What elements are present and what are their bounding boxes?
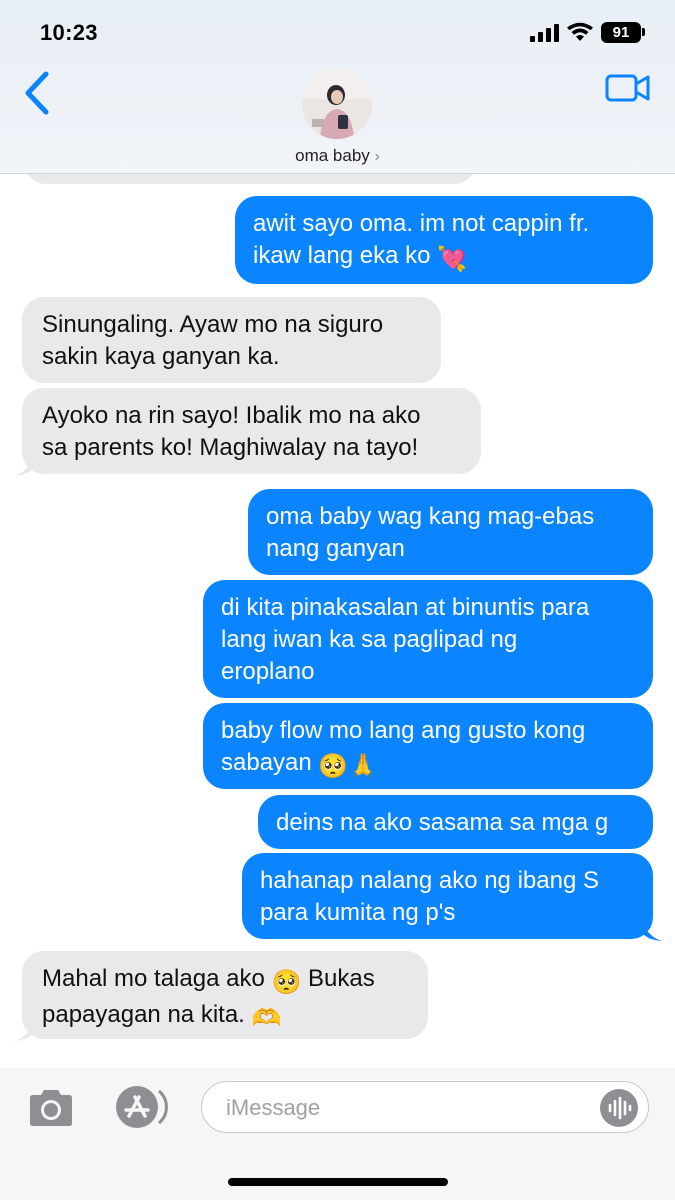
message-line: oma baby wag kang mag-ebas <box>266 503 595 530</box>
message-line: Sinungaling. Ayaw mo na siguro <box>42 311 384 338</box>
message-outgoing[interactable]: baby flow mo lang ang gusto kong sabayan… <box>203 703 653 789</box>
audio-waveform-icon <box>608 1096 632 1120</box>
message-incoming[interactable]: Mahal mo talaga ako 🥺 Bukas papayagan na… <box>22 951 428 1039</box>
heart-hands-emoji: 🫶 <box>251 1005 282 1032</box>
status-bar: 10:23 91 <box>0 0 675 64</box>
message-line: sa parents ko! Maghiwalay na tayo! <box>42 434 419 461</box>
message-line: lang iwan ka sa paglipad ng <box>221 626 518 653</box>
message-outgoing[interactable]: awit sayo oma. im not cappin fr. ikaw la… <box>235 196 653 284</box>
status-time: 10:23 <box>40 20 98 45</box>
message-line: Mahal mo talaga ako 🥺 Bukas <box>42 963 408 999</box>
message-line-text: ikaw lang eka ko <box>253 242 431 269</box>
message-line: awit sayo oma. im not cappin fr. <box>253 210 590 237</box>
back-button[interactable] <box>22 70 54 116</box>
contact-name-button[interactable]: oma baby › <box>0 146 675 166</box>
message-line: hahanap nalang ako ng ibang S <box>260 867 599 894</box>
message-outgoing[interactable]: oma baby wag kang mag-ebas nang ganyan <box>248 489 653 575</box>
chevron-right-icon: › <box>374 148 380 165</box>
bubble-tail <box>14 1021 34 1041</box>
avatar-photo <box>302 69 372 139</box>
message-outgoing[interactable]: di kita pinakasalan at binuntis para lan… <box>203 580 653 698</box>
battery-nub <box>642 28 645 36</box>
pleading-face-emoji: 🥺 <box>271 969 302 996</box>
message-outgoing[interactable]: deins na ako sasama sa mga g <box>258 795 653 849</box>
battery-indicator: 91 <box>601 22 641 43</box>
contact-avatar[interactable] <box>302 69 372 139</box>
message-line-text: Bukas <box>308 965 375 992</box>
audio-message-button[interactable] <box>600 1089 638 1127</box>
pleading-praying-emoji: 🥺🙏 <box>318 753 379 780</box>
message-line-text: sabayan <box>221 749 312 776</box>
message-line: di kita pinakasalan at binuntis para <box>221 594 590 621</box>
message-incoming[interactable]: Sinungaling. Ayaw mo na siguro sakin kay… <box>22 297 441 383</box>
message-line-text: Mahal mo talaga ako <box>42 965 265 992</box>
video-call-button[interactable] <box>605 72 651 104</box>
message-line: papayagan na kita. 🫶 <box>42 999 408 1035</box>
message-outgoing[interactable]: hahanap nalang ako ng ibang S para kumit… <box>242 853 653 939</box>
cellular-signal-icon <box>530 24 559 42</box>
message-line: eroplano <box>221 658 315 685</box>
message-input[interactable] <box>224 1094 588 1122</box>
message-line-text: papayagan na kita. <box>42 1001 245 1028</box>
message-line: sabayan 🥺🙏 <box>221 747 635 783</box>
message-line: Ayoko na rin sayo! Ibalik mo na ako <box>42 402 421 429</box>
message-line: para kumita ng p's <box>260 899 456 926</box>
app-store-button[interactable] <box>111 1084 169 1130</box>
bubble-tail <box>642 921 662 941</box>
camera-button[interactable] <box>26 1088 76 1128</box>
home-indicator <box>228 1178 448 1186</box>
bubble-tail <box>14 456 34 476</box>
heart-arrow-emoji: 💘 <box>437 246 467 273</box>
message-line: ikaw lang eka ko 💘 <box>253 240 635 276</box>
message-line: deins na ako sasama sa mga g <box>276 809 609 836</box>
wifi-icon <box>567 22 593 41</box>
message-input-field[interactable] <box>201 1081 649 1133</box>
message-line: nang ganyan <box>266 535 405 562</box>
message-line: sakin kaya ganyan ka. <box>42 343 280 370</box>
message-incoming[interactable]: Ayoko na rin sayo! Ibalik mo na ako sa p… <box>22 388 481 474</box>
message-line: baby flow mo lang ang gusto kong <box>221 717 586 744</box>
contact-name: oma baby <box>295 146 370 165</box>
